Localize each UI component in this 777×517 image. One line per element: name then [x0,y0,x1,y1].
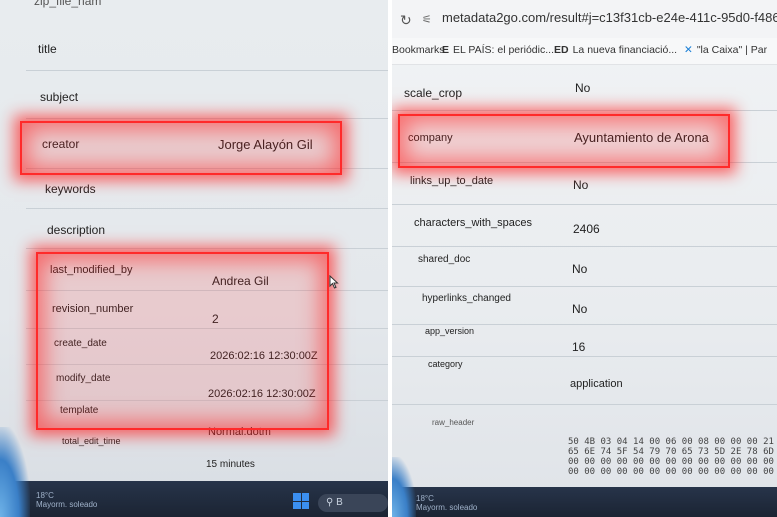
weather-temp: 18°C [36,491,54,500]
table-row: shared_doc No [392,248,777,287]
bookmark-lacaixa[interactable]: ✕ "la Caixa" | Par [684,44,767,56]
sleeve-blur [0,427,30,517]
right-photo: ↻ ⚟ metadata2go.com/result#j=c13f31cb-e2… [392,0,777,517]
row-key: category [428,359,463,369]
row-key: raw_header [432,418,475,427]
table-row: description [26,210,388,249]
raw-header-hex: 50 4B 03 04 14 00 06 00 08 00 00 00 21 0… [568,437,774,477]
row-key: shared_doc [418,254,471,265]
bookmarks-label[interactable]: Bookmarks [392,44,445,56]
weather-text: Mayorm. soleado [416,503,478,512]
taskbar: 18°C Mayorm. soleado [392,487,777,517]
bookmarks-bar: Bookmarks E EL PAÍS: el periódic... ED La … [392,38,777,65]
partial-header: zip_file_nam [34,0,102,8]
table-row: scale_crop No [392,64,777,111]
reload-icon[interactable]: ↻ [400,12,412,29]
table-row: title [26,24,388,71]
taskbar-search[interactable]: ⚲ B [318,494,388,512]
row-key: title [38,42,57,56]
table-row: subject [26,72,388,119]
row-key: total_edit_time [62,436,121,446]
row-value: No [572,262,588,276]
row-key: characters_with_spaces [414,217,533,229]
sleeve-blur [392,457,416,517]
taskbar: 18°C Mayorm. soleado ⚲ B [0,481,388,517]
search-label: B [336,497,343,508]
row-value: No [573,178,589,192]
lacaixa-icon: ✕ [684,44,693,56]
weather-text: Mayorm. soleado [36,500,98,509]
row-key: app_version [425,326,475,336]
table-row: keywords [26,170,388,209]
company-highlight [398,114,730,168]
row-key: description [47,223,106,237]
bookmark-elpais[interactable]: E EL PAÍS: el periódic... [442,44,554,56]
row-key: hyperlinks_changed [422,293,511,304]
cursor-icon [329,275,339,289]
dates-highlight [36,252,329,430]
row-key: links_up_to_date [410,175,494,187]
left-photo: zip_file_nam title subject creator Jorge… [0,0,388,517]
weather-widget[interactable]: 18°C Mayorm. soleado [416,494,477,512]
url-field[interactable]: metadata2go.com/result#j=c13f31cb-e24e-4… [442,10,777,25]
creator-highlight [20,121,342,175]
table-row: category application [392,358,777,405]
weather-widget[interactable]: 18°C Mayorm. soleado [36,491,97,509]
table-row: characters_with_spaces 2406 [392,206,777,247]
ed-icon: ED [554,44,569,56]
table-row: links_up_to_date No [392,164,777,205]
row-value: No [572,302,588,316]
row-key: scale_crop [404,86,463,100]
table-row: total_edit_time 15 minutes [26,430,388,470]
weather-temp: 18°C [416,494,434,503]
row-value: 16 [572,340,586,354]
row-value: application [570,378,623,390]
elpais-icon: E [442,44,450,56]
address-bar: ↻ ⚟ metadata2go.com/result#j=c13f31cb-e2… [392,0,777,39]
search-icon: ⚲ [326,497,337,508]
row-value: No [575,81,591,95]
row-value: 2406 [573,222,600,236]
windows-start-icon[interactable] [293,493,309,509]
table-row: hyperlinks_changed No [392,288,777,325]
row-key: keywords [45,182,96,196]
bookmark-ed[interactable]: ED La nueva financiació... [554,44,677,56]
row-key: subject [40,90,79,104]
row-value: 15 minutes [206,459,255,470]
site-info-icon[interactable]: ⚟ [422,13,432,26]
table-row: app_version 16 [392,326,777,357]
